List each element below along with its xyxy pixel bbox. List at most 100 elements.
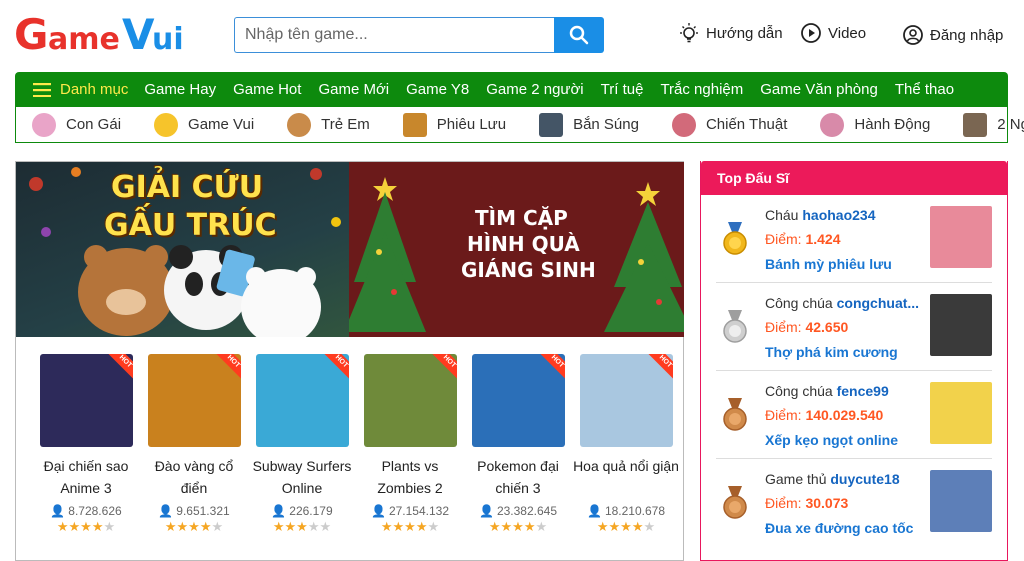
category-2-nguoi[interactable]: 2 Người: [963, 112, 1024, 137]
nav-item[interactable]: Thể thao: [895, 81, 954, 98]
player-game-link[interactable]: Bánh mỳ phiêu lưu: [765, 256, 892, 272]
category-hanh-dong[interactable]: Hành Động: [820, 112, 930, 137]
player-name[interactable]: Cháu haohao234: [765, 207, 927, 223]
category-chien-thuat[interactable]: Chiến Thuật: [671, 112, 787, 137]
top-players-title: Top Đấu Sĩ: [701, 161, 1007, 195]
hot-badge: HOT: [644, 354, 673, 382]
user-icon: 👤: [478, 504, 494, 518]
player-name[interactable]: Công chúa fence99: [765, 383, 927, 399]
nav-item[interactable]: Game 2 người: [486, 81, 583, 98]
login-label: Đăng nhập: [930, 26, 1004, 44]
game-thumbnail[interactable]: [930, 294, 992, 356]
two-players-icon: [963, 112, 988, 137]
play-count: 👤 8.728.626: [50, 504, 122, 518]
search-button[interactable]: [554, 17, 604, 53]
menu-label: Danh mục: [60, 81, 129, 98]
rating-stars: ★★★★★: [272, 519, 332, 534]
game-title[interactable]: Đại chiến sao Anime 3: [32, 455, 140, 499]
video-label: Video: [828, 24, 867, 42]
silver-medal-icon: [723, 310, 747, 343]
game-list: HOT Đại chiến sao Anime 3 👤 8.728.626 ★★★…: [16, 354, 684, 535]
svg-text:ui: ui: [152, 22, 184, 57]
game-thumbnail[interactable]: HOT: [363, 354, 457, 447]
game-thumbnail[interactable]: [930, 382, 992, 444]
game-card[interactable]: HOT Plants vs Zombies 2 👤 27.154.132 ★★★★…: [356, 354, 464, 535]
game-title[interactable]: Đào vàng cổ điển: [140, 455, 248, 499]
gamevui-logo[interactable]: G ame V ui: [14, 9, 204, 57]
guide-link[interactable]: Hướng dẫn: [678, 22, 783, 44]
category-tre-em[interactable]: Trẻ Em: [287, 112, 370, 137]
banner-giai-cuu-gau-truc[interactable]: GIẢI CỨU GẤU TRÚC: [16, 162, 349, 337]
player-score: Điểm: 140.029.540: [765, 407, 884, 423]
top-player-item[interactable]: Công chúa fence99 Điểm: 140.029.540 Xếp …: [716, 371, 992, 459]
game-title[interactable]: Plants vs Zombies 2: [356, 455, 464, 499]
video-link[interactable]: Video: [800, 22, 866, 44]
category-game-vui[interactable]: Game Vui: [154, 112, 254, 137]
gun-icon: [539, 112, 564, 137]
header: G ame V ui Hướng dẫn V: [0, 0, 1024, 70]
search-icon: [569, 25, 589, 45]
game-card[interactable]: HOT Subway Surfers Online 👤 226.179 ★★★★★: [248, 354, 356, 535]
game-thumbnail[interactable]: HOT: [579, 354, 673, 447]
game-thumbnail[interactable]: HOT: [471, 354, 565, 447]
game-thumbnail[interactable]: HOT: [39, 354, 133, 447]
action-icon: [820, 112, 845, 137]
guide-label: Hướng dẫn: [706, 24, 783, 42]
nav-item[interactable]: Game Văn phòng: [760, 81, 878, 98]
game-title[interactable]: Pokemon đại chiến 3: [464, 455, 572, 499]
nav-item[interactable]: Trắc nghiệm: [660, 81, 743, 98]
category-phieu-luu[interactable]: Phiêu Lưu: [402, 112, 506, 137]
play-count: 👤 27.154.132: [370, 504, 449, 518]
main-nav: Danh mục Game Hay Game Hot Game Mới Game…: [15, 72, 1008, 107]
nav-item[interactable]: Game Y8: [406, 81, 469, 98]
hot-badge: HOT: [320, 354, 349, 382]
user-circle-icon: [903, 25, 923, 45]
rating-stars: ★★★★★: [56, 519, 116, 534]
gold-medal-icon: [723, 222, 747, 255]
user-icon: 👤: [586, 504, 602, 518]
nav-item[interactable]: Game Hay: [144, 81, 216, 98]
login-link[interactable]: Đăng nhập: [902, 24, 1003, 46]
player-game-link[interactable]: Thợ phá kim cương: [765, 344, 898, 360]
player-score: Điểm: 1.424: [765, 231, 841, 247]
game-thumbnail[interactable]: HOT: [255, 354, 349, 447]
bronze-medal-icon: [723, 486, 747, 519]
game-card[interactable]: HOT Pokemon đại chiến 3 👤 23.382.645 ★★★★…: [464, 354, 572, 535]
game-card[interactable]: HOT Đại chiến sao Anime 3 👤 8.728.626 ★★★…: [32, 354, 140, 535]
rating-stars: ★★★★★: [596, 519, 656, 534]
top-player-item[interactable]: Cháu haohao234 Điểm: 1.424 Bánh mỳ phiêu…: [716, 195, 992, 283]
game-title[interactable]: Hoa quả nổi giận: [572, 455, 680, 499]
player-name[interactable]: Game thủ duycute18: [765, 471, 927, 487]
player-game-link[interactable]: Đua xe đường cao tốc: [765, 520, 913, 536]
top-player-item[interactable]: Game thủ duycute18 Điểm: 30.073 Đua xe đ…: [716, 459, 992, 547]
player-game-link[interactable]: Xếp kẹo ngọt online: [765, 432, 898, 448]
banner-tim-cap-hinh-qua[interactable]: TÌM CẶP HÌNH QUÀ GIÁNG SINH: [349, 162, 684, 337]
nav-item[interactable]: Trí tuệ: [601, 81, 644, 98]
top-players-panel: Top Đấu Sĩ Cháu haohao234 Điểm: 1.424 Bá…: [700, 161, 1008, 561]
category-bar: Con Gái Game Vui Trẻ Em Phiêu Lưu Bắn Sú…: [15, 107, 1024, 143]
smiley-icon: [154, 112, 179, 137]
category-menu-button[interactable]: Danh mục: [33, 81, 128, 98]
nav-item[interactable]: Game Mới: [318, 81, 389, 98]
player-name[interactable]: Công chúa congchuat...: [765, 295, 927, 311]
banner-title-line3: GIÁNG SINH: [461, 258, 596, 282]
player-score: Điểm: 42.650: [765, 319, 849, 335]
svg-text:V: V: [122, 10, 155, 57]
game-title[interactable]: Subway Surfers Online: [248, 455, 356, 499]
banner-title-line2: GẤU TRÚC: [104, 208, 277, 243]
game-thumbnail[interactable]: HOT: [147, 354, 241, 447]
game-card[interactable]: HOT Đào vàng cổ điển 👤 9.651.321 ★★★★★: [140, 354, 248, 535]
play-count: 👤 18.210.678: [586, 504, 665, 518]
search-input[interactable]: [234, 17, 554, 53]
hot-badge: HOT: [104, 354, 133, 382]
bronze-medal-icon: [723, 398, 747, 431]
category-ban-sung[interactable]: Bắn Súng: [539, 112, 639, 137]
player-score: Điểm: 30.073: [765, 495, 849, 511]
game-card[interactable]: HOT Hoa quả nổi giận 👤 18.210.678 ★★★★★: [572, 354, 680, 535]
game-thumbnail[interactable]: [930, 470, 992, 532]
featured-section: GIẢI CỨU GẤU TRÚC TÌM CẶP HÌNH QUÀ GIÁNG…: [15, 161, 684, 561]
game-thumbnail[interactable]: [930, 206, 992, 268]
top-player-item[interactable]: Công chúa congchuat... Điểm: 42.650 Thợ …: [716, 283, 992, 371]
nav-item[interactable]: Game Hot: [233, 81, 301, 98]
category-con-gai[interactable]: Con Gái: [32, 112, 121, 137]
